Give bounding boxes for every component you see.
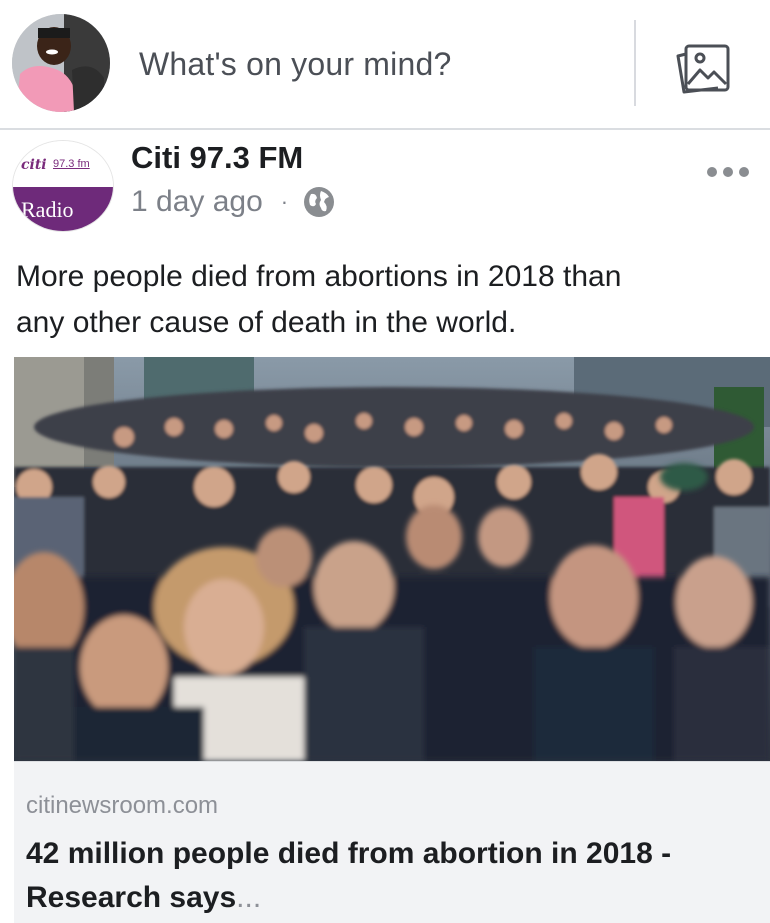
link-preview[interactable]: citinewsroom.com 42 million people died …	[14, 761, 770, 923]
logo-radio: Radio	[21, 197, 74, 222]
link-domain: citinewsroom.com	[26, 792, 219, 819]
composer-prompt[interactable]: What's on your mind?	[139, 46, 451, 83]
post-header: citi 97.3 fm Radio Citi 97.3 FM 1 day ag…	[0, 132, 770, 232]
link-title: 42 million people died from abortion in …	[26, 832, 756, 920]
photo-icon[interactable]	[674, 42, 732, 96]
post-time[interactable]: 1 day ago	[131, 185, 263, 219]
post-text-line: More people died from abortions in 2018 …	[16, 260, 622, 293]
crowd-photo[interactable]	[14, 357, 770, 761]
user-avatar[interactable]	[12, 14, 110, 112]
status-composer: What's on your mind?	[0, 0, 770, 130]
globe-icon	[302, 185, 336, 219]
link-title-ellipsis: ...	[236, 881, 262, 914]
meta-separator: ·	[280, 189, 289, 214]
logo-frequency: 97.3 fm	[53, 158, 90, 170]
more-options-icon[interactable]	[704, 162, 752, 182]
link-title-line: 42 million people died from abortion in …	[26, 837, 672, 870]
page-name[interactable]: Citi 97.3 FM	[131, 140, 303, 176]
link-title-line: Research says	[26, 881, 237, 914]
page-logo[interactable]: citi 97.3 fm Radio	[12, 140, 114, 232]
post-text-line: any other cause of death in the world.	[16, 306, 517, 339]
logo-word: citi	[21, 157, 47, 173]
post-text: More people died from abortions in 2018 …	[16, 254, 756, 346]
composer-divider	[634, 20, 636, 106]
post-meta: 1 day ago ·	[131, 184, 336, 220]
